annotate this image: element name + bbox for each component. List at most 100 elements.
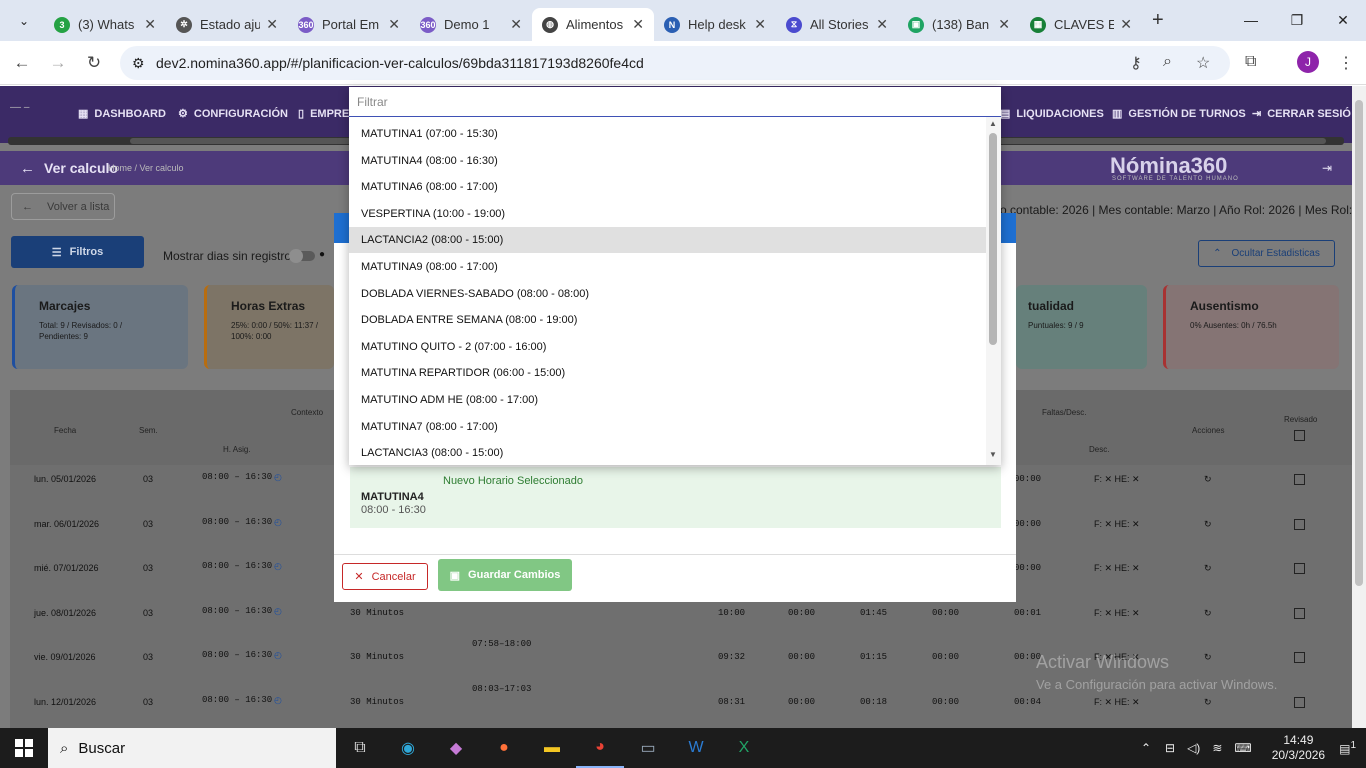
- tab-search-button[interactable]: ⌄: [6, 7, 42, 35]
- clock-icon[interactable]: ◴: [274, 650, 282, 661]
- nav-configuracion[interactable]: ⚙ CONFIGURACIÓN: [178, 107, 288, 121]
- browser-tab[interactable]: ◍ Alimentos ✕: [532, 8, 654, 41]
- clock-icon[interactable]: ◴: [274, 695, 282, 706]
- hide-stats-button[interactable]: ⌃ Ocultar Estadisticas: [1198, 240, 1335, 267]
- schedule-option[interactable]: LACTANCIA3 (08:00 - 15:00): [349, 440, 986, 466]
- nav-logout[interactable]: ⇥ CERRAR SESIÓ: [1252, 107, 1351, 121]
- copilot-icon[interactable]: ◆: [432, 728, 480, 768]
- back-arrow-icon[interactable]: ←: [20, 160, 35, 177]
- tab-close-icon[interactable]: ✕: [876, 16, 888, 33]
- schedule-option[interactable]: MATUTINA1 (07:00 - 15:30): [349, 121, 986, 147]
- action-icon[interactable]: ↻: [1204, 697, 1212, 708]
- cancel-button[interactable]: ✕ Cancelar: [342, 563, 428, 590]
- scroll-up-icon[interactable]: ▲: [989, 119, 997, 128]
- clock-icon[interactable]: ◴: [274, 517, 282, 528]
- action-icon[interactable]: ↻: [1204, 608, 1212, 619]
- action-icon[interactable]: ↻: [1204, 563, 1212, 574]
- nav-dashboard[interactable]: ▦ DASHBOARD: [78, 107, 166, 121]
- start-button[interactable]: [0, 728, 48, 768]
- revisado-checkbox[interactable]: [1294, 652, 1305, 663]
- nav-liquidaciones[interactable]: ▤ LIQUIDACIONES: [1000, 107, 1104, 121]
- chrome-icon[interactable]: ◕: [576, 728, 624, 768]
- schedule-option[interactable]: MATUTINA6 (08:00 - 17:00): [349, 174, 986, 200]
- browser-tab[interactable]: 360 Portal Em ✕: [288, 8, 410, 41]
- clock-icon[interactable]: ◴: [274, 561, 282, 572]
- tab-close-icon[interactable]: ✕: [1120, 16, 1132, 33]
- firefox-icon[interactable]: ●: [480, 728, 528, 768]
- minimize-button[interactable]: —: [1228, 0, 1274, 40]
- revisado-checkbox[interactable]: [1294, 607, 1305, 619]
- schedule-option[interactable]: MATUTINA7 (08:00 - 17:00): [349, 414, 986, 440]
- keyboard-icon[interactable]: ⌨: [1234, 741, 1251, 755]
- notifications-icon[interactable]: ▤1: [1339, 740, 1356, 756]
- tab-close-icon[interactable]: ✕: [998, 16, 1010, 33]
- schedule-option[interactable]: LACTANCIA2 (08:00 - 15:00): [349, 227, 986, 254]
- revisado-checkbox[interactable]: [1294, 696, 1305, 708]
- nav-empresa[interactable]: ▯ EMPRE: [298, 107, 349, 121]
- dropdown-scrollbar[interactable]: ▲ ▼: [986, 117, 1001, 465]
- file-explorer-icon[interactable]: ▬: [528, 728, 576, 768]
- schedule-option[interactable]: MATUTINA REPARTIDOR (06:00 - 15:00): [349, 360, 986, 386]
- revisado-checkbox[interactable]: [1294, 563, 1305, 574]
- taskbar-search[interactable]: ⌕ Buscar: [48, 728, 336, 768]
- action-icon[interactable]: ↻: [1204, 519, 1212, 530]
- forward-arrow-icon[interactable]: →: [40, 53, 76, 73]
- tab-close-icon[interactable]: ✕: [266, 16, 278, 33]
- schedule-option[interactable]: DOBLADA VIERNES-SABADO (08:00 - 08:00): [349, 281, 986, 307]
- volume-icon[interactable]: ◁): [1187, 741, 1200, 755]
- browser-tab[interactable]: ⧖ All Stories ✕: [776, 8, 898, 41]
- browser-tab[interactable]: ▦ CLAVES E ✕: [1020, 8, 1142, 41]
- select-all-checkbox[interactable]: [1294, 430, 1305, 441]
- zoom-icon[interactable]: ⌕: [1163, 53, 1172, 71]
- dropdown-scroll-thumb[interactable]: [989, 133, 997, 345]
- network-icon[interactable]: ⊟: [1165, 741, 1175, 755]
- schedule-option[interactable]: MATUTINO QUITO - 2 (07:00 - 16:00): [349, 334, 986, 360]
- schedule-option[interactable]: MATUTINA9 (08:00 - 17:00): [349, 254, 986, 280]
- url-field[interactable]: ⚙ dev2.nomina360.app/#/planificacion-ver…: [120, 46, 1230, 80]
- browser-tab[interactable]: ▣ (138) Ban ✕: [898, 8, 1020, 41]
- scroll-down-icon[interactable]: ▼: [989, 450, 997, 459]
- filters-button[interactable]: ☰ Filtros: [11, 236, 144, 268]
- profile-avatar[interactable]: J: [1297, 51, 1319, 73]
- new-tab-button[interactable]: +: [1152, 9, 1164, 32]
- action-icon[interactable]: ↻: [1204, 474, 1212, 485]
- schedule-option[interactable]: DOBLADA ENTRE SEMANA (08:00 - 19:00): [349, 307, 986, 333]
- tab-close-icon[interactable]: ✕: [144, 16, 156, 33]
- filter-input[interactable]: Filtrar: [349, 87, 1001, 117]
- schedule-option[interactable]: VESPERTINA (10:00 - 19:00): [349, 201, 986, 227]
- clock-icon[interactable]: ◴: [274, 606, 282, 617]
- word-icon[interactable]: W: [672, 728, 720, 768]
- task-view-icon[interactable]: ⧉: [336, 728, 384, 768]
- browser-tab[interactable]: 3 (3) Whats ✕: [44, 8, 166, 41]
- nav-turnos[interactable]: ▥ GESTIÓN DE TURNOS: [1112, 107, 1246, 121]
- password-key-icon[interactable]: ⚷: [1130, 53, 1142, 73]
- close-window-button[interactable]: ✕: [1320, 0, 1366, 40]
- breadcrumb[interactable]: Home / Ver calculo: [108, 163, 184, 173]
- browser-tab[interactable]: 360 Demo 1 ✕: [410, 8, 532, 41]
- page-scroll-thumb[interactable]: [1355, 100, 1363, 586]
- clock-icon[interactable]: ◴: [274, 472, 282, 483]
- action-icon[interactable]: ↻: [1204, 652, 1212, 663]
- revisado-checkbox[interactable]: [1294, 474, 1305, 485]
- exit-icon[interactable]: ⇥: [1322, 161, 1332, 175]
- bookmark-star-icon[interactable]: ☆: [1196, 53, 1210, 73]
- nav-dropdown-icon[interactable]: ‒‒ ‒: [10, 102, 29, 113]
- schedule-option[interactable]: MATUTINA4 (08:00 - 16:30): [349, 148, 986, 174]
- wifi-icon[interactable]: ≋: [1212, 741, 1222, 755]
- site-info-icon[interactable]: ⚙: [132, 55, 145, 72]
- show-days-toggle[interactable]: [289, 249, 315, 263]
- reload-icon[interactable]: ↻: [76, 53, 112, 73]
- save-changes-button[interactable]: ▣ Guardar Cambios: [438, 559, 572, 591]
- page-scrollbar[interactable]: [1352, 86, 1366, 728]
- menu-dots-icon[interactable]: ⋮: [1338, 53, 1354, 73]
- tab-close-icon[interactable]: ✕: [510, 16, 522, 33]
- tab-close-icon[interactable]: ✕: [754, 16, 766, 33]
- back-to-list-button[interactable]: ← Volver a lista: [11, 193, 115, 220]
- back-arrow-icon[interactable]: ←: [4, 53, 40, 73]
- revisado-checkbox[interactable]: [1294, 518, 1305, 530]
- restore-button[interactable]: ❐: [1274, 0, 1320, 40]
- browser-tab[interactable]: ✲ Estado aju ✕: [166, 8, 288, 41]
- tab-close-icon[interactable]: ✕: [632, 16, 644, 33]
- edge-icon[interactable]: ◉: [384, 728, 432, 768]
- excel-icon[interactable]: X: [720, 728, 768, 768]
